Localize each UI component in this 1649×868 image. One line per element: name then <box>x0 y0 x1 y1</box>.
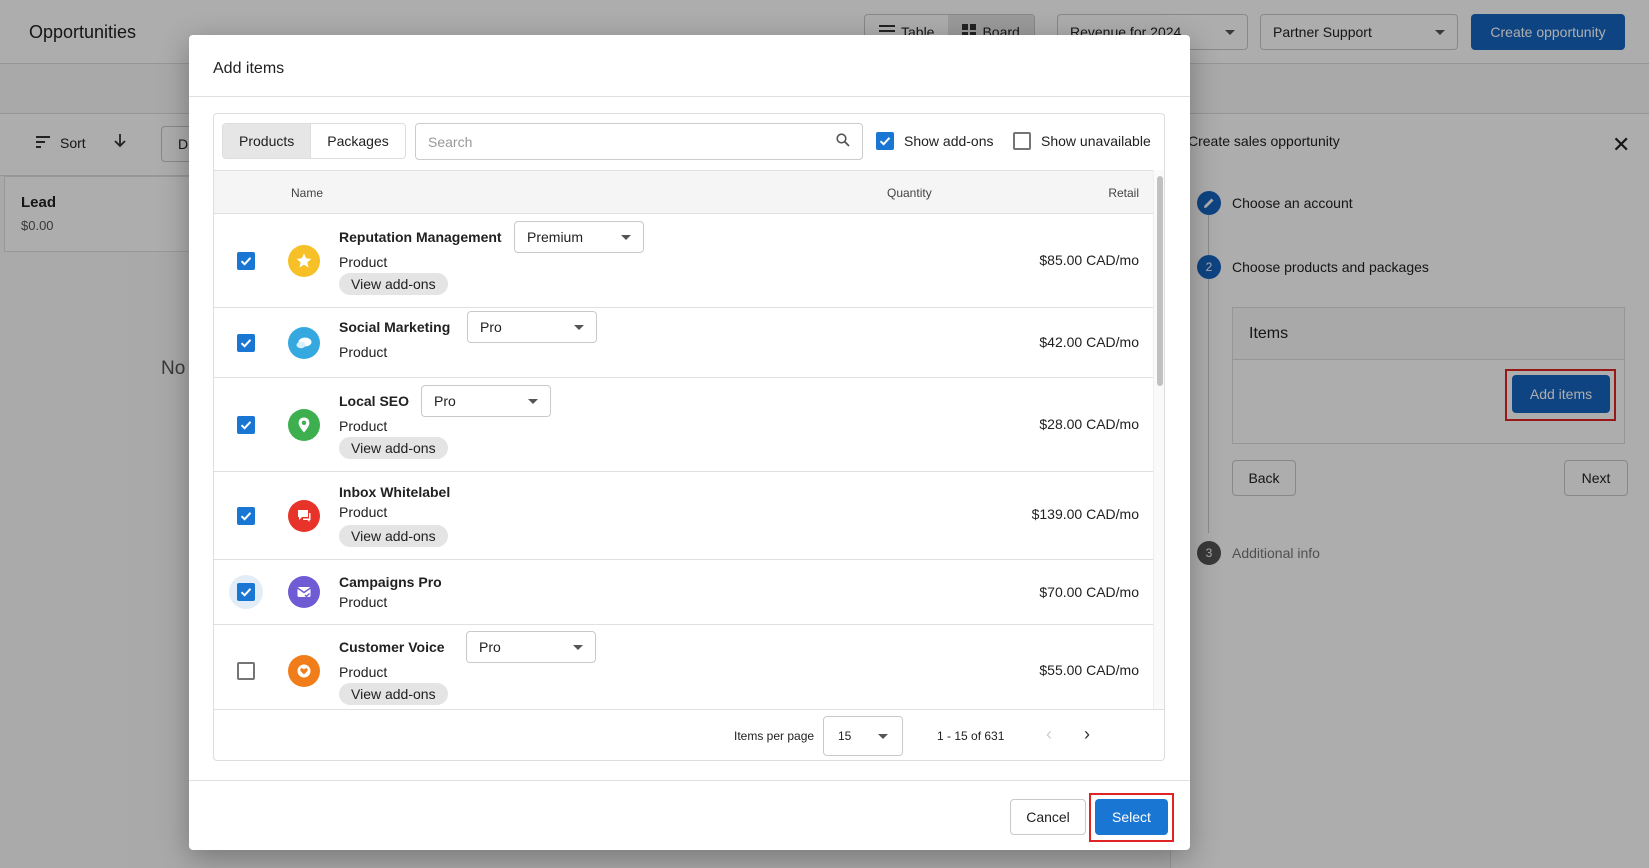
checkmark-icon <box>240 421 252 430</box>
divider <box>189 780 1190 781</box>
chevron-down-icon <box>621 234 631 240</box>
tier-value: Premium <box>527 229 584 245</box>
tier-select[interactable]: Pro <box>421 385 551 417</box>
view-addons-chip[interactable]: View add-ons <box>339 525 448 547</box>
checkmark-icon <box>240 512 252 521</box>
scrollbar-thumb[interactable] <box>1157 176 1163 386</box>
show-addons-label: Show add-ons <box>904 133 994 149</box>
star-icon <box>288 245 320 277</box>
retail-price: $42.00 CAD/mo <box>1039 334 1139 350</box>
tab-products[interactable]: Products <box>223 124 311 158</box>
page-range: 1 - 15 of 631 <box>937 729 1005 743</box>
product-name: Inbox Whitelabel <box>339 484 451 500</box>
row-checkbox[interactable] <box>237 662 255 680</box>
table-header: Name Quantity Retail <box>214 170 1153 214</box>
product-type: Product <box>339 418 388 434</box>
row-checkbox[interactable] <box>237 416 255 434</box>
product-type: Product <box>339 254 388 270</box>
retail-price: $55.00 CAD/mo <box>1039 662 1139 678</box>
retail-price: $70.00 CAD/mo <box>1039 584 1139 600</box>
search-field[interactable] <box>415 123 863 160</box>
table-row[interactable]: Inbox Whitelabel Product View add-ons $1… <box>214 472 1153 560</box>
show-unavailable-toggle[interactable]: Show unavailable <box>1013 132 1151 150</box>
map-pin-icon <box>288 409 320 441</box>
checkmark-icon <box>879 137 891 146</box>
chevron-down-icon <box>573 644 583 650</box>
product-type: Product <box>339 504 388 520</box>
tier-select[interactable]: Premium <box>514 221 644 253</box>
items-per-page-label: Items per page <box>734 729 815 743</box>
chevron-left-icon[interactable]: ‹ <box>1046 724 1052 745</box>
items-per-page-select[interactable]: 15 <box>823 716 903 756</box>
filter-row: Products Packages Show add-ons Show unav… <box>214 114 1164 170</box>
show-addons-toggle[interactable]: Show add-ons <box>876 132 994 150</box>
tier-value: Pro <box>479 639 501 655</box>
product-type: Product <box>339 594 388 610</box>
chevron-down-icon <box>528 398 538 404</box>
row-checkbox[interactable] <box>237 583 255 601</box>
tier-select[interactable]: Pro <box>467 311 597 343</box>
chevron-down-icon <box>574 324 584 330</box>
view-addons-chip[interactable]: View add-ons <box>339 683 448 705</box>
dialog-title: Add items <box>213 60 285 77</box>
row-checkbox[interactable] <box>237 252 255 270</box>
tier-value: Pro <box>480 319 502 335</box>
retail-price: $139.00 CAD/mo <box>1031 506 1139 522</box>
table-row[interactable]: Social Marketing Pro Product $42.00 CAD/… <box>214 308 1153 378</box>
table-row[interactable]: Reputation Management Premium Product Vi… <box>214 214 1153 308</box>
row-checkbox[interactable] <box>237 334 255 352</box>
product-name: Local SEO <box>339 393 410 409</box>
product-name: Social Marketing <box>339 319 451 335</box>
product-name: Customer Voice <box>339 639 445 655</box>
select-button[interactable]: Select <box>1095 799 1168 835</box>
products-table-card: Products Packages Show add-ons Show unav… <box>213 113 1165 761</box>
product-name: Reputation Management <box>339 229 502 245</box>
table-row[interactable]: Customer Voice Pro Product View add-ons … <box>214 625 1153 709</box>
tier-value: Pro <box>434 393 456 409</box>
product-type: Product <box>339 344 388 360</box>
row-checkbox[interactable] <box>237 507 255 525</box>
column-retail[interactable]: Retail <box>1108 186 1139 200</box>
search-icon <box>836 133 850 150</box>
product-type: Product <box>339 664 388 680</box>
paginator: Items per page 15 1 - 15 of 631 ‹ › <box>214 709 1164 760</box>
checkmark-icon <box>240 257 252 266</box>
chat-bubbles-icon <box>288 327 320 359</box>
search-input[interactable] <box>428 133 808 150</box>
heart-icon <box>288 655 320 687</box>
checkmark-icon <box>240 339 252 348</box>
table-row[interactable]: Campaigns Pro Product $70.00 CAD/mo <box>214 560 1153 625</box>
tier-select[interactable]: Pro <box>466 631 596 663</box>
checkmark-icon <box>240 588 252 597</box>
items-per-page-value: 15 <box>838 729 852 743</box>
chevron-right-icon[interactable]: › <box>1084 724 1090 745</box>
table-row[interactable]: Local SEO Pro Product View add-ons $28.0… <box>214 378 1153 472</box>
cancel-button[interactable]: Cancel <box>1010 799 1086 835</box>
show-addons-checkbox[interactable] <box>876 132 894 150</box>
column-name[interactable]: Name <box>291 186 323 200</box>
table-body: Reputation Management Premium Product Vi… <box>214 214 1153 709</box>
show-unavailable-label: Show unavailable <box>1041 133 1151 149</box>
divider <box>189 96 1190 97</box>
mail-check-icon <box>288 576 320 608</box>
tab-group: Products Packages <box>222 123 406 159</box>
product-name: Campaigns Pro <box>339 574 442 590</box>
column-quantity[interactable]: Quantity <box>887 186 932 200</box>
retail-price: $28.00 CAD/mo <box>1039 416 1139 432</box>
view-addons-chip[interactable]: View add-ons <box>339 437 448 459</box>
tab-packages[interactable]: Packages <box>310 124 404 158</box>
add-items-dialog: Add items Products Packages Show add-ons <box>189 35 1190 850</box>
retail-price: $85.00 CAD/mo <box>1039 252 1139 268</box>
message-icon <box>288 500 320 532</box>
chevron-down-icon <box>878 733 888 739</box>
view-addons-chip[interactable]: View add-ons <box>339 273 448 295</box>
show-unavailable-checkbox[interactable] <box>1013 132 1031 150</box>
